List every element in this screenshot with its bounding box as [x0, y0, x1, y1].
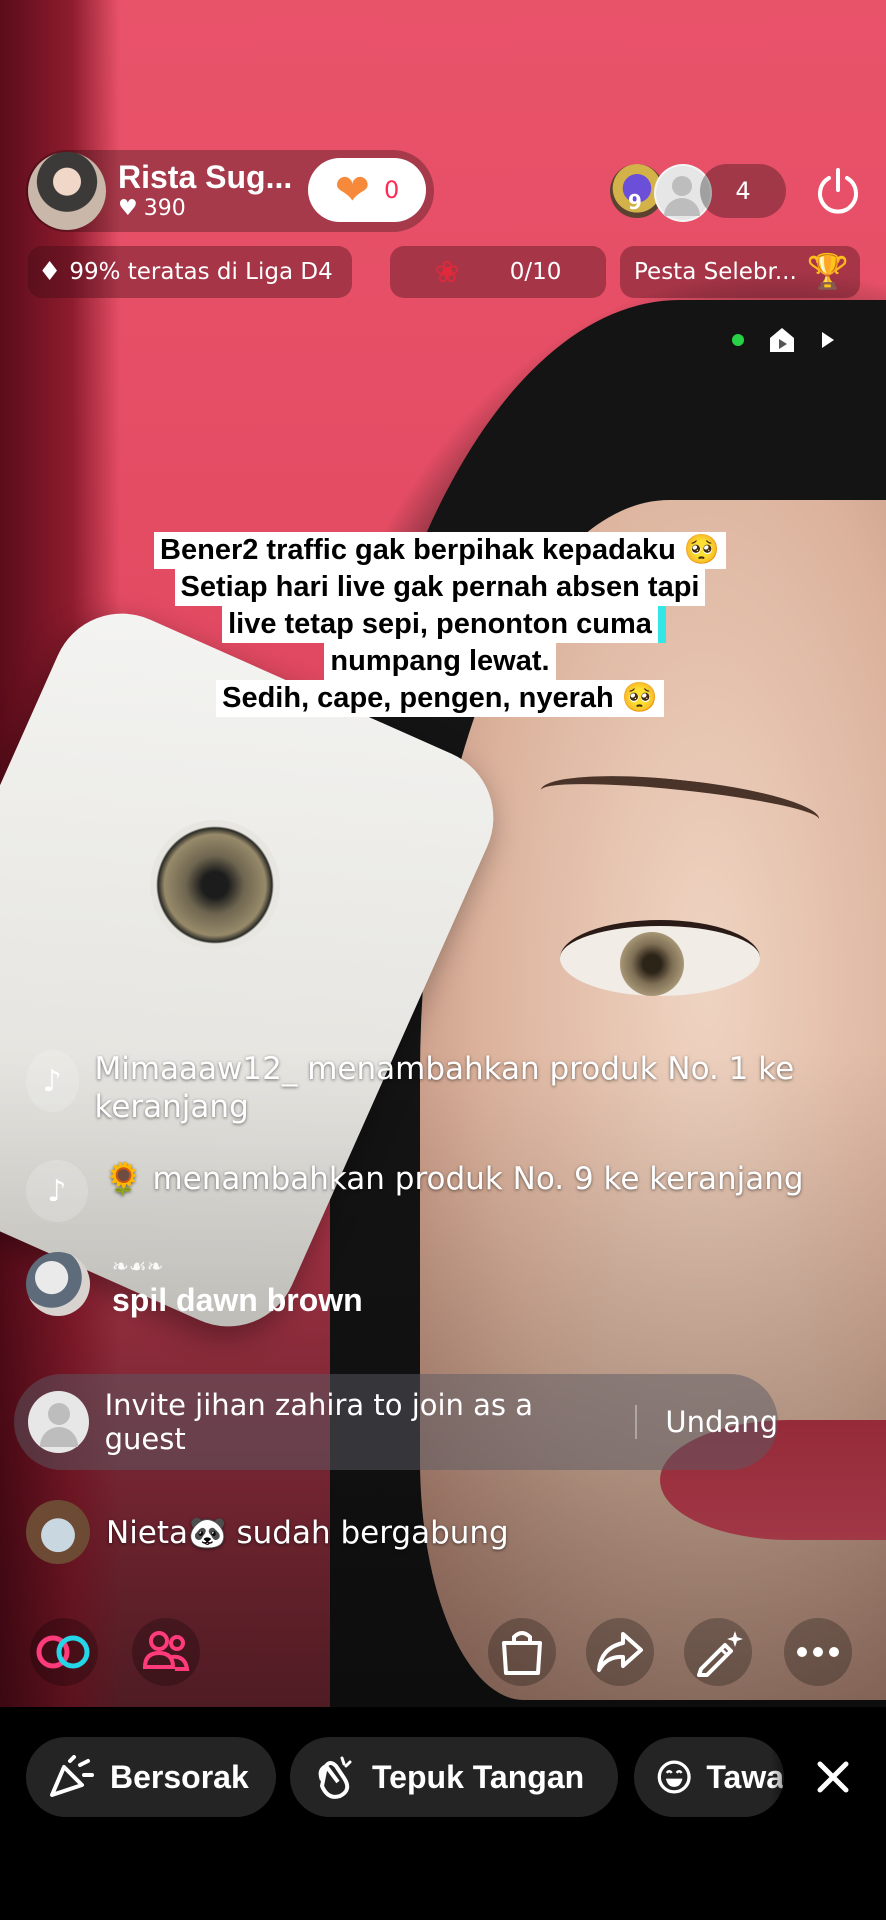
invite-button[interactable]: Undang [665, 1405, 778, 1439]
party-event-chip[interactable]: Pesta Selebr... 🏆 [620, 246, 860, 298]
reaction-label: Bersorak [110, 1758, 249, 1795]
guest-invite-bar: Invite jihan zahira to join as a guest U… [14, 1374, 778, 1470]
viewer-level-badge: 9 [628, 190, 642, 214]
reaction-label: Tepuk Tangan [372, 1758, 585, 1795]
viewer-count[interactable]: 4 [700, 164, 786, 218]
host-likes: ♥ 390 [118, 195, 292, 223]
caption-line: Setiap hari live gak pernah absen tapi [174, 569, 706, 606]
orange-heart-icon: ❤ [334, 165, 370, 214]
reaction-clap-button[interactable]: Tepuk Tangan [290, 1737, 618, 1817]
rose-goal-progress: 0/10 [509, 259, 562, 285]
shopping-bag-icon [502, 1631, 542, 1675]
clap-icon [318, 1756, 352, 1799]
tiktok-logo-icon: ♪ [26, 1050, 79, 1112]
play-arrow-icon[interactable] [820, 330, 836, 350]
shop-button[interactable] [488, 1618, 556, 1686]
share-button[interactable] [586, 1618, 654, 1686]
league-rank-chip[interactable]: ♦ 99% teratas di Liga D4 [28, 246, 352, 298]
party-event-text: Pesta Selebr... [634, 259, 797, 285]
trophy-icon: 🏆 [806, 252, 850, 292]
effects-button[interactable] [684, 1618, 752, 1686]
feed-item: ♪ 🌻 menambahkan produk No. 9 ke keranjan… [26, 1160, 826, 1222]
follow-button[interactable]: ❤ 0 [308, 158, 426, 222]
host-likes-count: 390 [143, 196, 186, 221]
laugh-icon [657, 1760, 691, 1794]
live-status-dot [732, 334, 744, 346]
rose-goal-chip[interactable]: ❀ 0/10 [390, 246, 606, 298]
caption-line: Bener2 traffic gak berpihak kepadaku 🥺 [154, 532, 726, 569]
more-dots-icon [797, 1647, 839, 1657]
host-name: Rista Sug... [118, 159, 293, 195]
feed-item: ♪ Mimaaaw12_ menambahkan produk No. 1 ke… [26, 1050, 826, 1126]
invite-text: Invite jihan zahira to join as a guest [104, 1388, 534, 1456]
caption-line: numpang lewat. [324, 643, 556, 680]
host-profile-pill[interactable]: Rista Sug... ♥ 390 ❤ 0 [26, 150, 434, 232]
close-icon[interactable] [808, 1752, 858, 1802]
home-play-icon[interactable] [766, 324, 798, 356]
feed-text: Mimaaaw12_ menambahkan produk No. 1 ke k… [94, 1051, 795, 1125]
magic-wand-icon [697, 1631, 743, 1677]
caption-line: live tetap sepi, penonton cuma [222, 606, 658, 643]
divider [635, 1405, 638, 1439]
rose-icon: ❀ [434, 254, 460, 290]
join-text: Nieta🐼 sudah bergabung [106, 1514, 509, 1551]
cheer-icon [50, 1755, 94, 1797]
follow-count: 0 [383, 176, 400, 204]
commenter-name: ❧☙❧ [112, 1254, 164, 1278]
multi-guest-button[interactable] [30, 1618, 98, 1686]
tiktok-logo-icon: ♪ [26, 1160, 88, 1222]
chat-comment[interactable]: ❧☙❧ spil dawn brown [26, 1252, 363, 1320]
commenter-avatar[interactable] [26, 1252, 90, 1316]
stream-status-row [732, 322, 842, 358]
join-notice: Nieta🐼 sudah bergabung [26, 1500, 509, 1564]
reaction-cheer-button[interactable]: Bersorak [26, 1737, 276, 1817]
diamond-icon: ♦ [38, 257, 62, 287]
comment-text: spil dawn brown [112, 1282, 363, 1318]
more-button[interactable] [784, 1618, 852, 1686]
league-rank-text: 99% teratas di Liga D4 [69, 259, 333, 285]
share-icon [597, 1632, 643, 1672]
joiner-avatar[interactable] [26, 1500, 90, 1564]
multi-guest-icon [36, 1635, 90, 1669]
caption-line: Sedih, cape, pengen, nyerah 🥺 [216, 680, 664, 717]
heart-icon: ♥ [118, 196, 138, 221]
users-icon [142, 1631, 190, 1671]
stream-caption: Bener2 traffic gak berpihak kepadaku 🥺 S… [110, 532, 770, 717]
power-icon[interactable] [812, 166, 864, 218]
reaction-laugh-button[interactable]: Tawa [634, 1737, 784, 1817]
contact-lens [150, 820, 280, 950]
co-host-button[interactable] [132, 1618, 200, 1686]
feed-text: 🌻 menambahkan produk No. 9 ke keranjang [104, 1161, 804, 1197]
host-avatar[interactable] [28, 152, 106, 230]
invitee-avatar [28, 1391, 89, 1453]
